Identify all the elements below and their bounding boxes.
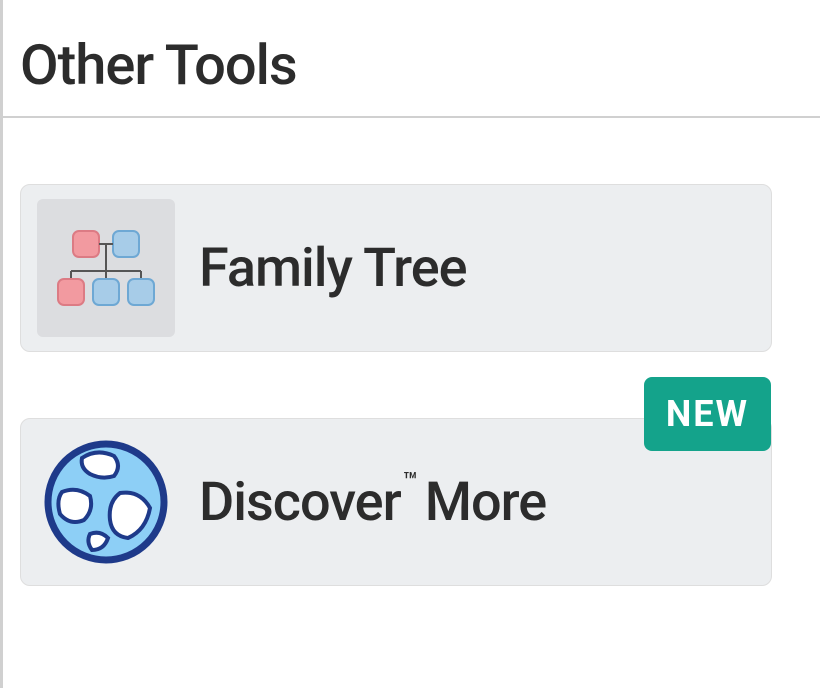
trademark-symbol: ™ (403, 467, 417, 495)
discover-more-suffix: More (425, 471, 546, 534)
family-tree-icon (37, 199, 175, 337)
new-badge: NEW (644, 377, 771, 451)
tools-list: Family Tree NEW Discover™More (3, 118, 820, 586)
family-tree-label: Family Tree (199, 237, 467, 300)
discover-more-card[interactable]: NEW Discover™More (20, 418, 772, 586)
family-tree-card[interactable]: Family Tree (20, 184, 772, 352)
discover-more-prefix: Discover (199, 471, 401, 534)
globe-icon (37, 433, 175, 571)
discover-more-label: Discover™More (199, 471, 546, 534)
section-title: Other Tools (3, 0, 820, 118)
